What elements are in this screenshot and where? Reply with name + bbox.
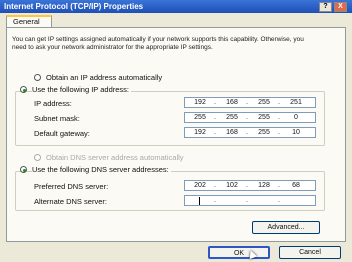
octet: 202 <box>194 182 206 189</box>
octet: 10 <box>292 129 300 136</box>
dot: . <box>246 114 248 121</box>
octet: 255 <box>258 129 270 136</box>
octet: 0 <box>294 114 298 121</box>
dot: . <box>246 99 248 106</box>
octet: 68 <box>292 182 300 189</box>
preferred-dns-label: Preferred DNS server: <box>34 182 109 191</box>
dot: . <box>246 129 248 136</box>
radio-dns-manual[interactable] <box>20 166 27 173</box>
radio-ip-auto[interactable] <box>34 74 41 81</box>
dot: . <box>246 182 248 189</box>
octet: 255 <box>226 114 238 121</box>
octet: 102 <box>226 182 238 189</box>
window-title: Internet Protocol (TCP/IP) Properties <box>4 2 144 11</box>
dot: . <box>214 197 216 204</box>
dns-manual-label: Use the following DNS server addresses: <box>32 165 171 174</box>
octet: 255 <box>258 114 270 121</box>
dot: . <box>278 182 280 189</box>
dot: . <box>214 99 216 106</box>
octet: 128 <box>258 182 270 189</box>
close-button[interactable]: X <box>334 2 347 12</box>
title-bar[interactable]: Internet Protocol (TCP/IP) Properties <box>0 0 352 13</box>
text-caret <box>199 197 200 205</box>
dot: . <box>278 129 280 136</box>
dot: . <box>214 182 216 189</box>
help-button[interactable]: ? <box>319 2 332 12</box>
dot: . <box>214 114 216 121</box>
preferred-dns-input[interactable]: 202 . 102 . 128 . 68 <box>184 180 316 191</box>
ok-button[interactable]: OK <box>208 246 270 259</box>
dot: . <box>214 129 216 136</box>
ip-address-input[interactable]: 192 . 168 . 255 . 251 <box>184 97 316 108</box>
dot: . <box>246 197 248 204</box>
default-gateway-input[interactable]: 192 . 168 . 255 . 10 <box>184 127 316 138</box>
octet: 251 <box>290 99 302 106</box>
subnet-mask-input[interactable]: 255 . 255 . 255 . 0 <box>184 112 316 123</box>
octet: 192 <box>194 129 206 136</box>
subnet-mask-label: Subnet mask: <box>34 114 80 123</box>
default-gateway-label: Default gateway: <box>34 129 90 138</box>
dot: . <box>278 99 280 106</box>
description-text: You can get IP settings assigned automat… <box>12 36 304 51</box>
octet: 168 <box>226 129 238 136</box>
ip-auto-label: Obtain an IP address automatically <box>46 73 163 82</box>
ip-manual-label: Use the following IP address: <box>32 85 131 94</box>
octet: 192 <box>194 99 206 106</box>
tcpip-properties-dialog: Internet Protocol (TCP/IP) Properties ? … <box>0 0 352 262</box>
dot: . <box>278 114 280 121</box>
dns-auto-label: Obtain DNS server address automatically <box>46 153 184 162</box>
cancel-button[interactable]: Cancel <box>279 246 341 259</box>
alternate-dns-label: Alternate DNS server: <box>34 197 107 206</box>
octet: 255 <box>258 99 270 106</box>
octet: 255 <box>194 114 206 121</box>
ip-address-label: IP address: <box>34 99 72 108</box>
radio-ip-manual[interactable] <box>20 86 27 93</box>
advanced-button[interactable]: Advanced... <box>252 221 320 234</box>
alternate-dns-input[interactable]: . . . <box>184 195 316 206</box>
radio-dns-auto[interactable] <box>34 154 41 161</box>
dot: . <box>278 197 280 204</box>
octet: 168 <box>226 99 238 106</box>
